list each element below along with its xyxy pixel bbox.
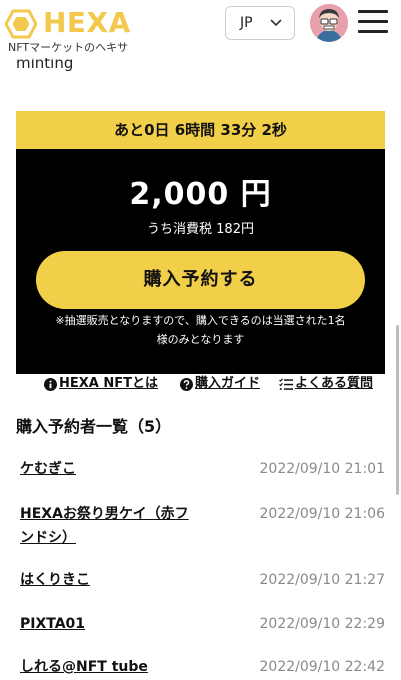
reservation-date: 2022/09/10 21:01 <box>259 461 386 477</box>
user-avatar[interactable] <box>310 4 348 42</box>
lottery-notice-line1: ※抽選販売となりますので、購入できるのは当選された1名 <box>55 314 346 327</box>
reserver-name-link[interactable]: はくりきこ <box>20 568 220 592</box>
logo-text: HEXA <box>43 6 131 39</box>
logo-tagline: NFTマーケットのヘキサ <box>8 41 129 54</box>
reserver-name-link[interactable]: HEXAお祭り男ケイ（赤フ ンドシ） <box>20 502 220 550</box>
site-header: HEXA NFTマーケットのヘキサ JP <box>0 0 401 58</box>
reserver-name-link[interactable]: ケむぎこ <box>20 457 220 481</box>
reservation-date: 2022/09/10 22:42 <box>259 659 386 675</box>
hexagon-logo-icon <box>5 9 37 39</box>
chevron-down-icon <box>270 19 282 27</box>
about-hexa-nft-link[interactable]: HEXA NFTとは <box>44 375 158 393</box>
countdown-timer: あと0日 6時間 33分 2秒 <box>16 111 385 149</box>
reserver-name-link[interactable]: しれる@NFT tube <box>20 655 220 679</box>
about-hexa-nft-label: HEXA NFTとは <box>59 376 158 391</box>
purchase-guide-label: 購入ガイド <box>195 376 261 391</box>
reservation-date: 2022/09/10 21:27 <box>259 572 386 588</box>
question-icon <box>180 377 193 391</box>
lottery-notice: ※抽選販売となりますので、購入できるのは当選された1名 様のみとなります <box>34 311 367 349</box>
avatar-image <box>310 4 348 42</box>
page-scrollbar[interactable] <box>396 325 399 495</box>
language-select[interactable]: JP <box>225 6 295 40</box>
list-icon <box>279 377 293 390</box>
reserve-purchase-button[interactable]: 購入予約する <box>36 251 365 309</box>
purchase-guide-link[interactable]: 購入ガイド <box>180 375 260 393</box>
reservation-date: 2022/09/10 21:06 <box>259 506 386 522</box>
language-value: JP <box>240 15 253 31</box>
faq-link[interactable]: よくある質問 <box>279 375 373 393</box>
reservation-date: 2022/09/10 22:29 <box>259 616 386 632</box>
hamburger-menu-icon[interactable] <box>358 8 388 36</box>
info-icon <box>44 377 57 391</box>
reserver-name-link[interactable]: PIXTA01 <box>20 612 220 636</box>
reserver-name-line2: ンドシ） <box>20 530 76 546</box>
reservation-list-title: 購入予約者一覧（5） <box>16 417 172 436</box>
faq-label: よくある質問 <box>295 376 374 391</box>
tax-note: うち消費税 182円 <box>147 222 254 237</box>
reserver-name-line1: HEXAお祭り男ケイ（赤フ <box>20 506 189 522</box>
purchase-card: あと0日 6時間 33分 2秒 2,000 円 うち消費税 182円 購入予約す… <box>16 111 385 374</box>
lottery-notice-line2: 様のみとなります <box>156 333 245 346</box>
price: 2,000 円 <box>129 177 272 212</box>
